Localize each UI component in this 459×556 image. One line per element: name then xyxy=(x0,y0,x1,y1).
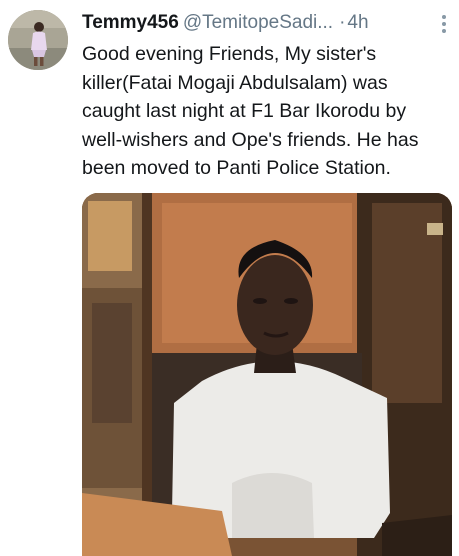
tweet-text-line: caught last night at F1 Bar Ikorodu by xyxy=(82,100,407,122)
user-handle[interactable]: @TemitopeSadi... xyxy=(183,12,333,33)
tweet-text-line: Good evening Friends, My sister's xyxy=(82,43,377,65)
tweet-photo[interactable] xyxy=(82,193,452,556)
avatar[interactable] xyxy=(8,10,68,70)
more-vertical-icon[interactable] xyxy=(436,13,452,35)
display-name[interactable]: Temmy456 xyxy=(82,12,179,33)
separator-dot: · xyxy=(339,12,346,33)
tweet-header: Temmy456 @TemitopeSadi... · 4h xyxy=(82,11,452,37)
tweet-text-line: well-wishers and Ope's friends. He has xyxy=(82,128,419,151)
timestamp[interactable]: 4h xyxy=(347,12,368,33)
tweet[interactable]: Temmy456 @TemitopeSadi... · 4h Good evening… xyxy=(0,0,459,556)
tweet-text: Good evening Friends, My sister's killer… xyxy=(82,40,454,183)
tweet-text-line: killer(Fatai Mogaji Abdulsalam) was xyxy=(82,71,388,94)
tweet-text-line: been moved to Panti Police Station. xyxy=(82,157,391,179)
